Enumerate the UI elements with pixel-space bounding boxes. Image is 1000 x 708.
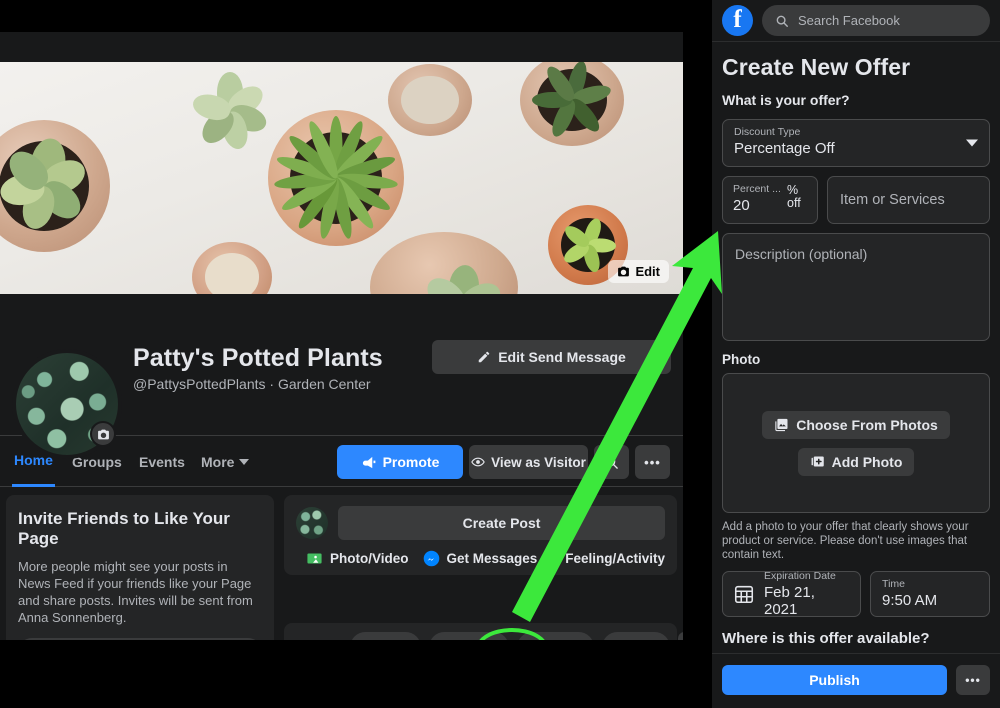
annotation-arrow [512, 231, 722, 622]
screenshot-root: Edit Patty's Potted Plants @PattysPotted… [0, 0, 1000, 708]
